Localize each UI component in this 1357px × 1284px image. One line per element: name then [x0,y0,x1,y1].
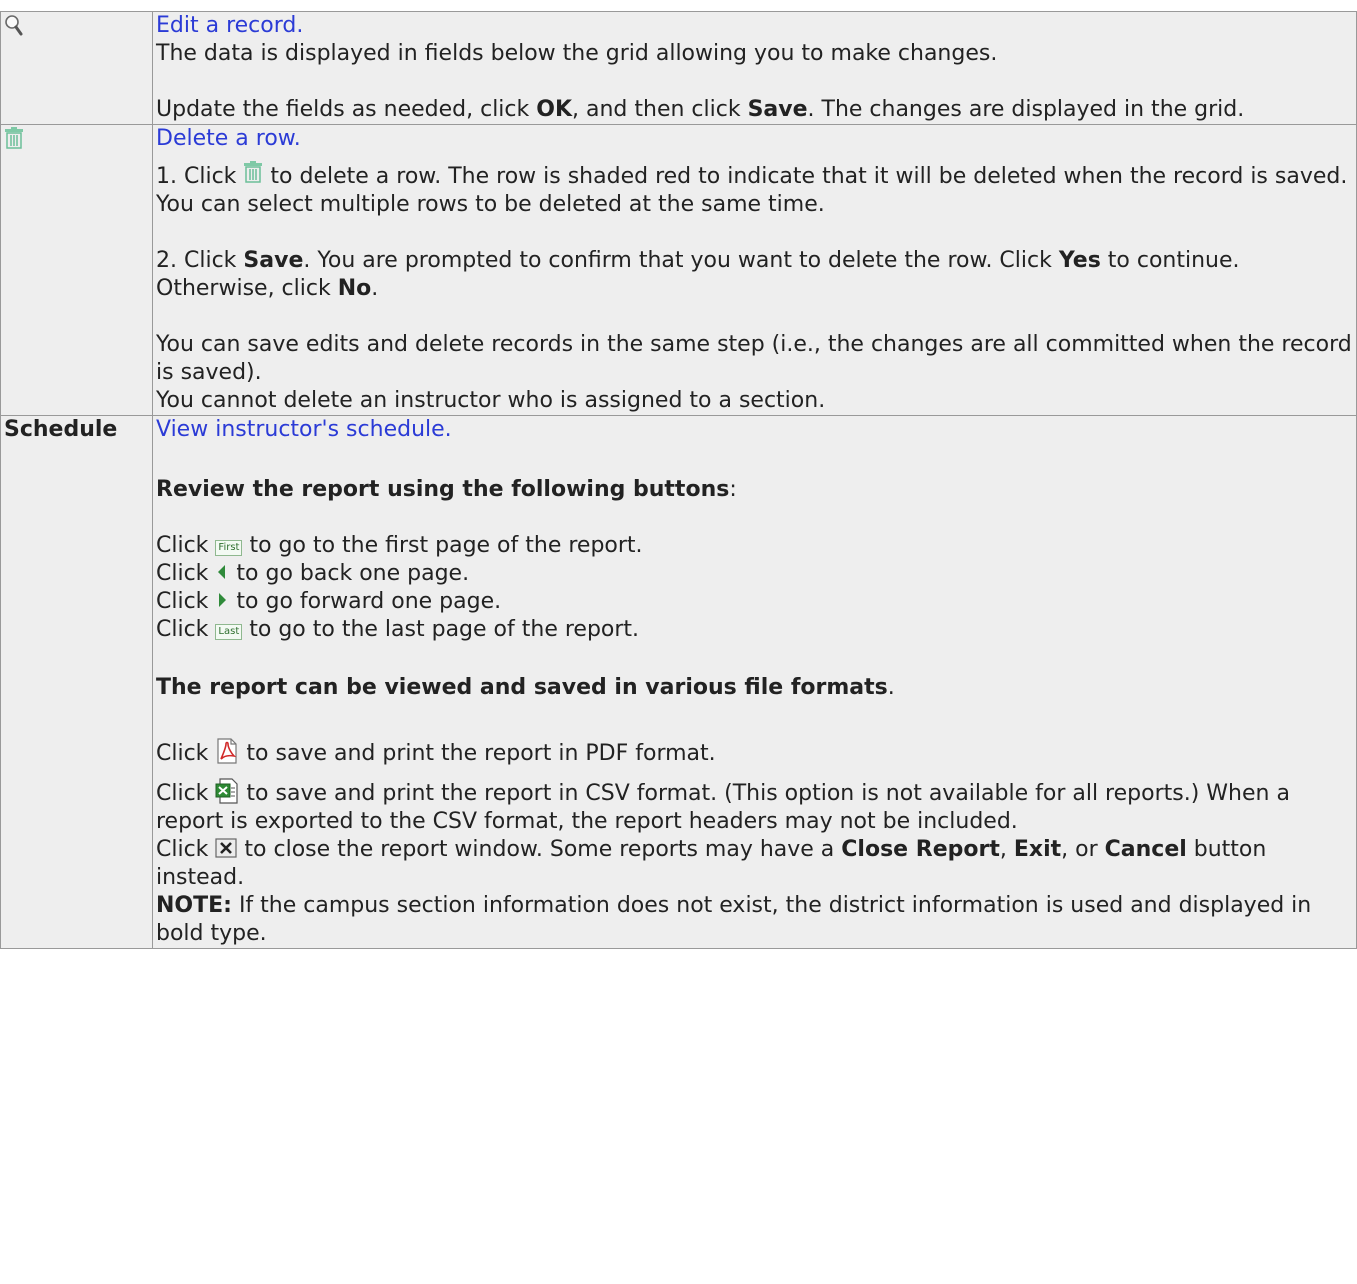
edit-instructions: Update the fields as needed, click OK, a… [156,97,1245,122]
review-heading: Review the report using the following bu… [156,477,737,502]
delete-row-link[interactable]: Delete a row. [156,126,301,151]
table-row-schedule: Schedule View instructor's schedule. Rev… [0,415,1357,949]
forward-page-line: Click to go forward one page. [156,589,502,614]
delete-restriction: You cannot delete an instructor who is a… [156,388,826,413]
delete-step-2: 2. Click Save. You are prompted to confi… [156,248,1240,301]
last-page-line: Click Last to go to the last page of the… [156,617,640,642]
table-row-edit: Edit a record. The data is displayed in … [0,11,1357,125]
icon-cell [0,11,153,125]
csv-line: Click to save and print the report in CS… [156,778,1352,836]
label-cell: Schedule [0,415,153,949]
edit-record-link[interactable]: Edit a record. [156,13,303,38]
close-x-icon [215,838,238,858]
close-line: Click to close the report window. Some r… [156,837,1267,890]
icon-cell [0,124,153,416]
schedule-label: Schedule [4,417,118,442]
pdf-line: Click to save and print the report in PD… [156,738,1352,768]
instructions-table: Edit a record. The data is displayed in … [0,11,1357,949]
edit-description: The data is displayed in fields below th… [156,41,998,66]
first-page-button: First [215,540,243,556]
content-cell: Delete a row. 1. Click to delete a row. … [152,124,1357,416]
first-page-line: Click First to go to the first page of t… [156,533,643,558]
view-schedule-link[interactable]: View instructor's schedule. [156,417,452,442]
excel-icon [215,778,239,804]
last-page-button: Last [215,624,243,640]
delete-step-1: 1. Click to delete a row. The row is sha… [156,161,1352,219]
content-cell: View instructor's schedule. Review the r… [152,415,1357,949]
table-row-delete: Delete a row. 1. Click to delete a row. … [0,124,1357,416]
content-cell: Edit a record. The data is displayed in … [152,11,1357,125]
formats-heading: The report can be viewed and saved in va… [156,675,895,700]
trash-icon [244,161,263,183]
triangle-right-icon [219,593,227,607]
back-page-line: Click to go back one page. [156,561,470,586]
note-line: NOTE: If the campus section information … [156,893,1312,946]
triangle-left-icon [218,565,226,579]
magnifier-icon [5,15,23,36]
delete-note: You can save edits and delete records in… [156,332,1352,385]
pdf-icon [217,738,238,764]
trash-icon [5,127,23,149]
